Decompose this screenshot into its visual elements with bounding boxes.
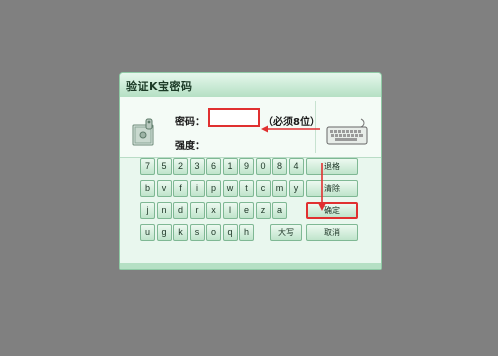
key-o[interactable]: o <box>206 224 221 241</box>
key-x[interactable]: x <box>206 202 221 219</box>
safe-icon <box>132 117 158 151</box>
key-w[interactable]: w <box>222 180 238 197</box>
key-4[interactable]: 4 <box>288 158 304 175</box>
key-j[interactable]: j <box>140 202 155 219</box>
key-3[interactable]: 3 <box>189 158 205 175</box>
key-r[interactable]: r <box>189 202 205 219</box>
virtual-keyboard: 7 5 2 3 6 1 9 0 8 4 b v f i p w t c m y j n d r x l e z a u g k s o q h 退格清除… <box>120 158 381 266</box>
key-0[interactable]: 0 <box>255 158 271 175</box>
key-8[interactable]: 8 <box>272 158 287 175</box>
clear-button[interactable]: 清除 <box>306 180 358 197</box>
backspace-button[interactable]: 退格 <box>306 158 358 175</box>
key-z[interactable]: z <box>255 202 271 219</box>
key-v[interactable]: v <box>156 180 172 197</box>
cancel-button[interactable]: 取消 <box>306 224 358 241</box>
kbao-password-dialog: 验证K宝密码 密码： （必须8位） 强度： 7 5 2 3 6 1 9 0 8 … <box>119 72 382 270</box>
key-l[interactable]: l <box>222 202 238 219</box>
key-n[interactable]: n <box>156 202 172 219</box>
key-g[interactable]: g <box>156 224 172 241</box>
key-d[interactable]: d <box>173 202 188 219</box>
caps-button[interactable]: 大写 <box>270 224 302 241</box>
key-1[interactable]: 1 <box>222 158 238 175</box>
keyboard-icon <box>325 117 369 151</box>
strength-label: 强度： <box>175 141 205 152</box>
key-7[interactable]: 7 <box>140 158 155 175</box>
key-u[interactable]: u <box>140 224 155 241</box>
key-2[interactable]: 2 <box>173 158 188 175</box>
password-label: 密码： <box>175 117 205 128</box>
key-h[interactable]: h <box>239 224 254 241</box>
key-i[interactable]: i <box>189 180 205 197</box>
dialog-bottom-bar <box>120 263 381 269</box>
key-k[interactable]: k <box>173 224 188 241</box>
key-e[interactable]: e <box>239 202 254 219</box>
key-m[interactable]: m <box>272 180 287 197</box>
key-f[interactable]: f <box>173 180 188 197</box>
key-a[interactable]: a <box>272 202 287 219</box>
key-6[interactable]: 6 <box>206 158 221 175</box>
password-input[interactable] <box>208 108 260 128</box>
key-y[interactable]: y <box>288 180 304 197</box>
key-c[interactable]: c <box>255 180 271 197</box>
key-q[interactable]: q <box>222 224 238 241</box>
key-9[interactable]: 9 <box>239 158 254 175</box>
dialog-titlebar[interactable]: 验证K宝密码 <box>120 73 381 98</box>
password-field[interactable] <box>210 113 258 128</box>
confirm-button[interactable]: 确定 <box>306 202 358 219</box>
dialog-title: 验证K宝密码 <box>126 80 193 93</box>
key-b[interactable]: b <box>140 180 155 197</box>
password-hint: （必须8位） <box>263 117 320 128</box>
key-p[interactable]: p <box>206 180 221 197</box>
key-s[interactable]: s <box>189 224 205 241</box>
key-5[interactable]: 5 <box>156 158 172 175</box>
key-t[interactable]: t <box>239 180 254 197</box>
